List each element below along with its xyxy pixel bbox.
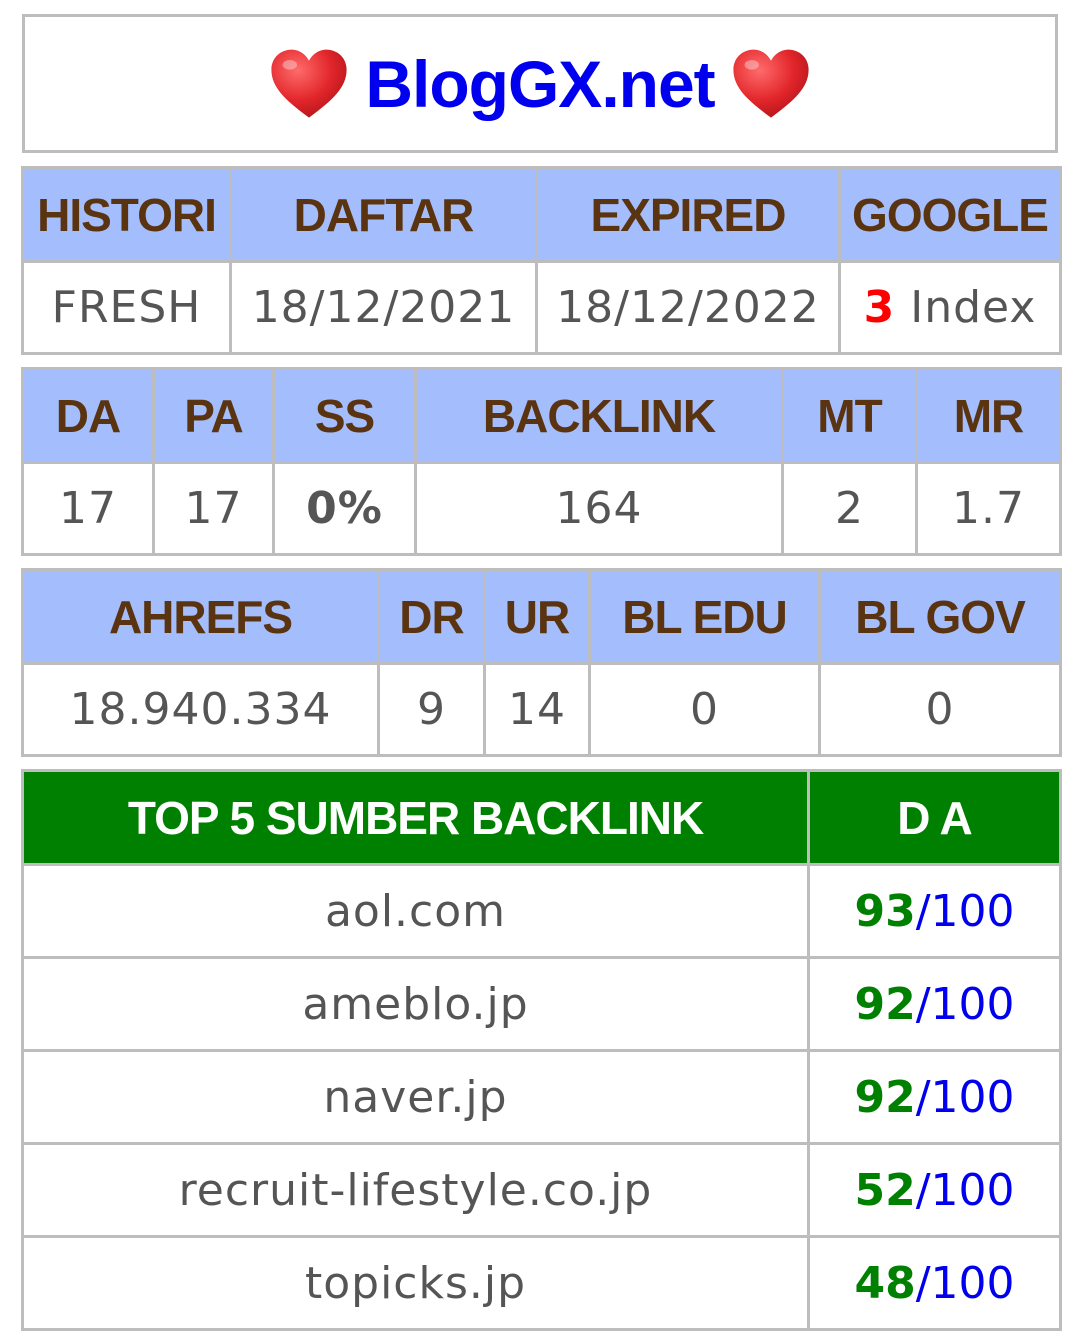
header-ahrefs: AHREFS <box>21 568 380 665</box>
header-dr: DR <box>377 568 486 665</box>
moz-metrics-table: DA PA SS BACKLINK MT MR 17 17 0% 164 2 1… <box>21 367 1062 556</box>
backlink-source-site: recruit-lifestyle.co.jp <box>21 1142 810 1238</box>
google-index-label: Index <box>895 282 1037 333</box>
header-bl-gov: BL GOV <box>818 568 1062 665</box>
ahrefs-metrics-table: AHREFS DR UR BL EDU BL GOV 18.940.334 9 … <box>21 568 1062 757</box>
source-da-value: 52 <box>854 1164 916 1216</box>
table-header-row: DA PA SS BACKLINK MT MR <box>21 367 1062 464</box>
source-da-max: /100 <box>915 1071 1015 1123</box>
backlink-source-da: 52/100 <box>807 1142 1062 1238</box>
source-da-value: 48 <box>854 1257 916 1309</box>
site-title: BlogGX.net <box>365 46 715 121</box>
table-header-row: TOP 5 SUMBER BACKLINK D A <box>21 769 1062 866</box>
table-row: 18.940.334 9 14 0 0 <box>21 662 1062 757</box>
heart-icon <box>733 49 809 118</box>
header-bl-edu: BL EDU <box>588 568 821 665</box>
source-da-max: /100 <box>915 1164 1015 1216</box>
header-top-sources: TOP 5 SUMBER BACKLINK <box>21 769 810 866</box>
pa-value: 17 <box>152 461 275 556</box>
backlink-source-da: 92/100 <box>807 1049 1062 1145</box>
backlink-source-site: aol.com <box>21 863 810 959</box>
table-row: 17 17 0% 164 2 1.7 <box>21 461 1062 556</box>
table-row: ameblo.jp 92/100 <box>21 956 1062 1052</box>
table-header-row: AHREFS DR UR BL EDU BL GOV <box>21 568 1062 665</box>
source-da-value: 92 <box>854 1071 916 1123</box>
header-mr: MR <box>915 367 1062 464</box>
header-expired: EXPIRED <box>535 166 841 263</box>
header-ur: UR <box>483 568 591 665</box>
header-pa: PA <box>152 367 275 464</box>
backlink-source-site: topicks.jp <box>21 1235 810 1331</box>
google-index: 3 Index <box>838 260 1062 355</box>
table-row: naver.jp 92/100 <box>21 1049 1062 1145</box>
header-backlink: BACKLINK <box>414 367 784 464</box>
source-da-max: /100 <box>915 885 1015 937</box>
header-ss: SS <box>272 367 417 464</box>
source-da-max: /100 <box>915 978 1015 1030</box>
header-histori: HISTORI <box>21 166 232 263</box>
backlink-source-da: 93/100 <box>807 863 1062 959</box>
daftar-date: 18/12/2021 <box>229 260 538 355</box>
header-mt: MT <box>781 367 918 464</box>
source-da-value: 92 <box>854 978 916 1030</box>
domain-info-table: HISTORI DAFTAR EXPIRED GOOGLE FRESH 18/1… <box>21 166 1062 355</box>
top-backlink-sources-table: TOP 5 SUMBER BACKLINK D A aol.com 93/100… <box>21 769 1062 1331</box>
header-daftar: DAFTAR <box>229 166 538 263</box>
mt-value: 2 <box>781 461 918 556</box>
header-google: GOOGLE <box>838 166 1062 263</box>
table-row: aol.com 93/100 <box>21 863 1062 959</box>
source-da-value: 93 <box>854 885 916 937</box>
table-row: recruit-lifestyle.co.jp 52/100 <box>21 1142 1062 1238</box>
mr-value: 1.7 <box>915 461 1062 556</box>
backlink-source-site: naver.jp <box>21 1049 810 1145</box>
table-header-row: HISTORI DAFTAR EXPIRED GOOGLE <box>21 166 1062 263</box>
header-source-da: D A <box>807 769 1062 866</box>
backlink-source-da: 92/100 <box>807 956 1062 1052</box>
dr-value: 9 <box>377 662 486 757</box>
da-value: 17 <box>21 461 155 556</box>
table-row: topicks.jp 48/100 <box>21 1235 1062 1331</box>
histori-value: FRESH <box>21 260 232 355</box>
header-da: DA <box>21 367 155 464</box>
google-index-count: 3 <box>863 282 896 333</box>
ahrefs-value: 18.940.334 <box>21 662 380 757</box>
site-title-banner: BlogGX.net <box>22 14 1058 153</box>
backlink-source-da: 48/100 <box>807 1235 1062 1331</box>
table-row: FRESH 18/12/2021 18/12/2022 3 Index <box>21 260 1062 355</box>
heart-icon <box>271 49 347 118</box>
backlink-source-site: ameblo.jp <box>21 956 810 1052</box>
expired-date: 18/12/2022 <box>535 260 841 355</box>
bl-edu-value: 0 <box>588 662 821 757</box>
backlink-value: 164 <box>414 461 784 556</box>
bl-gov-value: 0 <box>818 662 1062 757</box>
source-da-max: /100 <box>915 1257 1015 1309</box>
ss-value: 0% <box>272 461 417 556</box>
ur-value: 14 <box>483 662 591 757</box>
